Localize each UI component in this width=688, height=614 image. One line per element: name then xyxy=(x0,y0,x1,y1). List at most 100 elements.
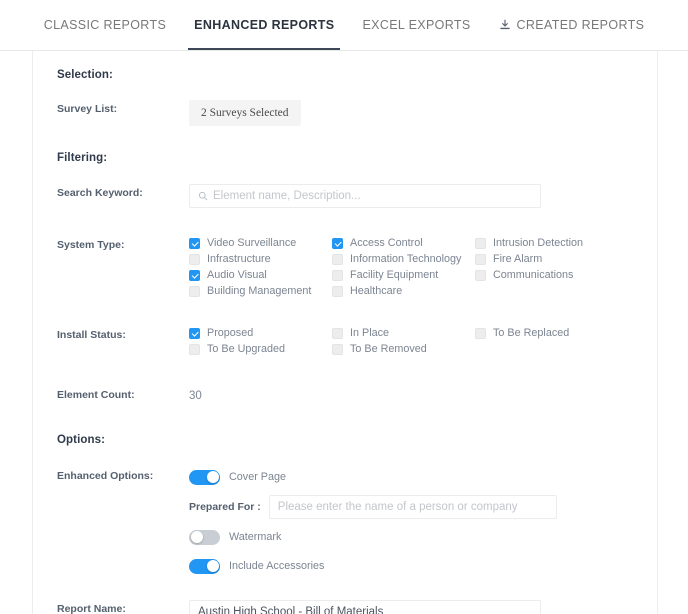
search-keyword-row: Search Keyword: Element name, Descriptio… xyxy=(33,184,657,208)
checkbox-fire-alarm[interactable]: Fire Alarm xyxy=(475,252,618,267)
survey-list-label: Survey List: xyxy=(57,100,189,116)
checkbox-communications-box[interactable] xyxy=(475,270,486,281)
checkbox-access-control-box[interactable] xyxy=(332,238,343,249)
checkbox-building-management[interactable]: Building Management xyxy=(189,284,332,299)
checkbox-healthcare[interactable]: Healthcare xyxy=(332,284,475,299)
enhanced-options-field: Cover Page Prepared For : Please enter t… xyxy=(189,467,633,576)
checkbox-access-control[interactable]: Access Control xyxy=(332,236,475,251)
checkbox-video-surveillance-box[interactable] xyxy=(189,238,200,249)
system-type-column-2: Access Control Information Technology Fa… xyxy=(332,236,475,299)
search-keyword-label: Search Keyword: xyxy=(57,184,189,200)
include-accessories-toggle-row: Include Accessories xyxy=(189,556,633,576)
checkbox-video-surveillance[interactable]: Video Surveillance xyxy=(189,236,332,251)
checkbox-intrusion-detection-box[interactable] xyxy=(475,238,486,249)
system-type-column-1: Video Surveillance Infrastructure Audio … xyxy=(189,236,332,299)
system-type-column-3: Intrusion Detection Fire Alarm Communica… xyxy=(475,236,618,299)
install-status-row: Install Status: Proposed To Be Upgraded xyxy=(33,326,657,357)
system-type-label: System Type: xyxy=(57,236,189,252)
checkbox-infrastructure[interactable]: Infrastructure xyxy=(189,252,332,267)
enhanced-options-row: Enhanced Options: Cover Page Prepared Fo… xyxy=(33,467,657,576)
checkbox-video-surveillance-label: Video Surveillance xyxy=(207,237,296,250)
tab-created-reports[interactable]: CREATED REPORTS xyxy=(485,0,659,50)
checkbox-access-control-label: Access Control xyxy=(350,237,423,250)
report-form-wrapper: Selection: Survey List: 2 Surveys Select… xyxy=(0,51,688,614)
checkbox-audio-visual-box[interactable] xyxy=(189,270,200,281)
search-input-placeholder: Element name, Description... xyxy=(213,190,361,202)
checkbox-to-be-removed-box[interactable] xyxy=(332,344,343,355)
install-status-column-3: To Be Replaced xyxy=(475,326,618,357)
search-icon xyxy=(198,191,208,201)
tab-enhanced-reports-label: ENHANCED REPORTS xyxy=(194,18,334,32)
checkbox-communications-label: Communications xyxy=(493,269,573,282)
survey-list-row: Survey List: 2 Surveys Selected xyxy=(33,100,657,126)
system-type-checkbox-grid: Video Surveillance Infrastructure Audio … xyxy=(189,236,633,299)
checkbox-facility-equipment[interactable]: Facility Equipment xyxy=(332,268,475,283)
checkbox-audio-visual[interactable]: Audio Visual xyxy=(189,268,332,283)
checkbox-to-be-replaced-box[interactable] xyxy=(475,328,486,339)
system-type-row: System Type: Video Surveillance Infrastr… xyxy=(33,236,657,299)
tab-excel-exports-label: EXCEL EXPORTS xyxy=(362,18,470,32)
cover-page-toggle[interactable] xyxy=(189,470,220,485)
prepared-for-placeholder: Please enter the name of a person or com… xyxy=(278,501,518,513)
checkbox-information-technology-label: Information Technology xyxy=(350,253,461,266)
search-input[interactable]: Element name, Description... xyxy=(189,184,541,208)
checkbox-proposed[interactable]: Proposed xyxy=(189,326,332,341)
checkbox-in-place-box[interactable] xyxy=(332,328,343,339)
checkbox-building-management-box[interactable] xyxy=(189,286,200,297)
tab-created-reports-label: CREATED REPORTS xyxy=(517,18,645,32)
checkbox-fire-alarm-box[interactable] xyxy=(475,254,486,265)
report-name-field: Austin High School - Bill of Materials xyxy=(189,600,633,614)
checkbox-building-management-label: Building Management xyxy=(207,285,311,298)
watermark-toggle[interactable] xyxy=(189,530,220,545)
checkbox-to-be-replaced-label: To Be Replaced xyxy=(493,327,569,340)
cover-page-toggle-row: Cover Page xyxy=(189,467,633,487)
checkbox-to-be-removed-label: To Be Removed xyxy=(350,343,427,356)
install-status-field: Proposed To Be Upgraded In Place xyxy=(189,326,633,357)
include-accessories-label: Include Accessories xyxy=(229,560,324,572)
checkbox-in-place[interactable]: In Place xyxy=(332,326,475,341)
checkbox-audio-visual-label: Audio Visual xyxy=(207,269,267,282)
install-status-checkbox-grid: Proposed To Be Upgraded In Place xyxy=(189,326,633,357)
checkbox-intrusion-detection-label: Intrusion Detection xyxy=(493,237,583,250)
checkbox-healthcare-box[interactable] xyxy=(332,286,343,297)
element-count-row: Element Count: 30 xyxy=(33,386,657,404)
checkbox-infrastructure-box[interactable] xyxy=(189,254,200,265)
checkbox-intrusion-detection[interactable]: Intrusion Detection xyxy=(475,236,618,251)
checkbox-in-place-label: In Place xyxy=(350,327,389,340)
checkbox-facility-equipment-box[interactable] xyxy=(332,270,343,281)
surveys-selected-button[interactable]: 2 Surveys Selected xyxy=(189,100,301,126)
tab-classic-reports-label: CLASSIC REPORTS xyxy=(44,18,166,32)
checkbox-healthcare-label: Healthcare xyxy=(350,285,402,298)
checkbox-to-be-upgraded[interactable]: To Be Upgraded xyxy=(189,342,332,357)
section-header-options: Options: xyxy=(33,434,657,446)
include-accessories-toggle-knob xyxy=(207,560,219,572)
checkbox-information-technology[interactable]: Information Technology xyxy=(332,252,475,267)
checkbox-facility-equipment-label: Facility Equipment xyxy=(350,269,438,282)
element-count-field: 30 xyxy=(189,386,633,404)
section-header-selection: Selection: xyxy=(33,69,657,81)
checkbox-communications[interactable]: Communications xyxy=(475,268,618,283)
system-type-field: Video Surveillance Infrastructure Audio … xyxy=(189,236,633,299)
survey-list-field: 2 Surveys Selected xyxy=(189,100,633,126)
install-status-column-1: Proposed To Be Upgraded xyxy=(189,326,332,357)
element-count-label: Element Count: xyxy=(57,386,189,402)
element-count-value: 30 xyxy=(189,390,202,402)
checkbox-to-be-removed[interactable]: To Be Removed xyxy=(332,342,475,357)
tab-classic-reports[interactable]: CLASSIC REPORTS xyxy=(30,0,180,50)
checkbox-information-technology-box[interactable] xyxy=(332,254,343,265)
prepared-for-input[interactable]: Please enter the name of a person or com… xyxy=(269,495,557,519)
include-accessories-toggle[interactable] xyxy=(189,559,220,574)
watermark-toggle-row: Watermark xyxy=(189,527,633,547)
cover-page-toggle-knob xyxy=(207,471,219,483)
tab-enhanced-reports[interactable]: ENHANCED REPORTS xyxy=(180,0,348,50)
install-status-label: Install Status: xyxy=(57,326,189,342)
download-icon xyxy=(499,19,511,31)
cover-page-label: Cover Page xyxy=(229,471,286,483)
checkbox-to-be-upgraded-box[interactable] xyxy=(189,344,200,355)
tab-excel-exports[interactable]: EXCEL EXPORTS xyxy=(348,0,484,50)
checkbox-proposed-box[interactable] xyxy=(189,328,200,339)
report-name-input[interactable]: Austin High School - Bill of Materials xyxy=(189,600,541,614)
checkbox-to-be-replaced[interactable]: To Be Replaced xyxy=(475,326,618,341)
section-header-filtering: Filtering: xyxy=(33,152,657,164)
checkbox-proposed-label: Proposed xyxy=(207,327,253,340)
